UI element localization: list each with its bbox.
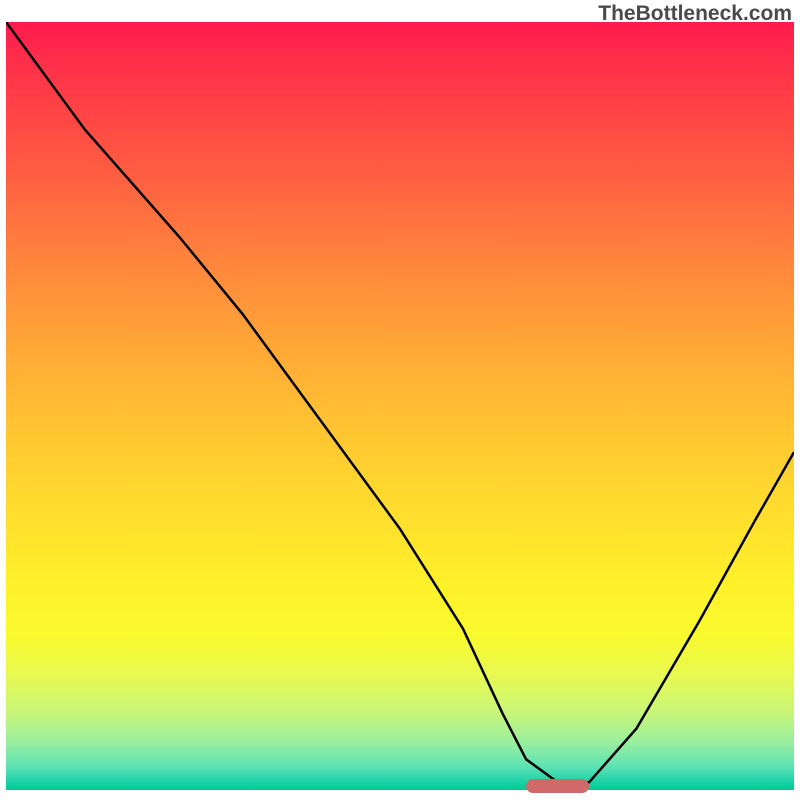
optimal-marker [526, 779, 589, 793]
watermark-text: TheBottleneck.com [598, 2, 792, 26]
chart-line-layer [6, 22, 794, 790]
chart-curve [6, 22, 794, 782]
